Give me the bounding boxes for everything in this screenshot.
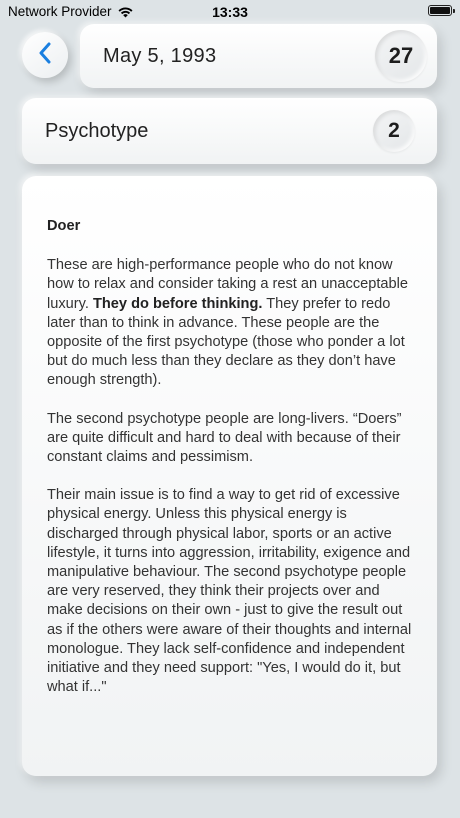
description-paragraph-3: Their main issue is to find a way to get…: [47, 487, 412, 696]
date-card[interactable]: May 5, 1993 27: [80, 24, 437, 88]
back-button[interactable]: [22, 32, 68, 78]
date-number-badge: 27: [375, 30, 427, 82]
psychotype-label: Psychotype: [45, 120, 149, 142]
description-card: Doer These are high-performance people w…: [22, 176, 437, 776]
psychotype-number-badge: 2: [373, 110, 415, 152]
description-body: Doer These are high-performance people w…: [47, 217, 417, 716]
description-paragraph-2: The second psychotype people are long-li…: [47, 410, 402, 466]
battery-icon: [428, 5, 455, 16]
chevron-left-icon: [38, 42, 52, 69]
description-paragraph-1: These are high-performance people who do…: [47, 256, 417, 390]
psychotype-title: Doer: [47, 218, 81, 234]
psychotype-card[interactable]: Psychotype 2: [22, 98, 437, 164]
paragraph-1-emphasis: They do before thinking.: [92, 295, 263, 312]
status-time: 13:33: [212, 4, 248, 20]
status-bar: Network Provider 13:33: [0, 0, 460, 24]
birth-date: May 5, 1993: [103, 45, 217, 67]
